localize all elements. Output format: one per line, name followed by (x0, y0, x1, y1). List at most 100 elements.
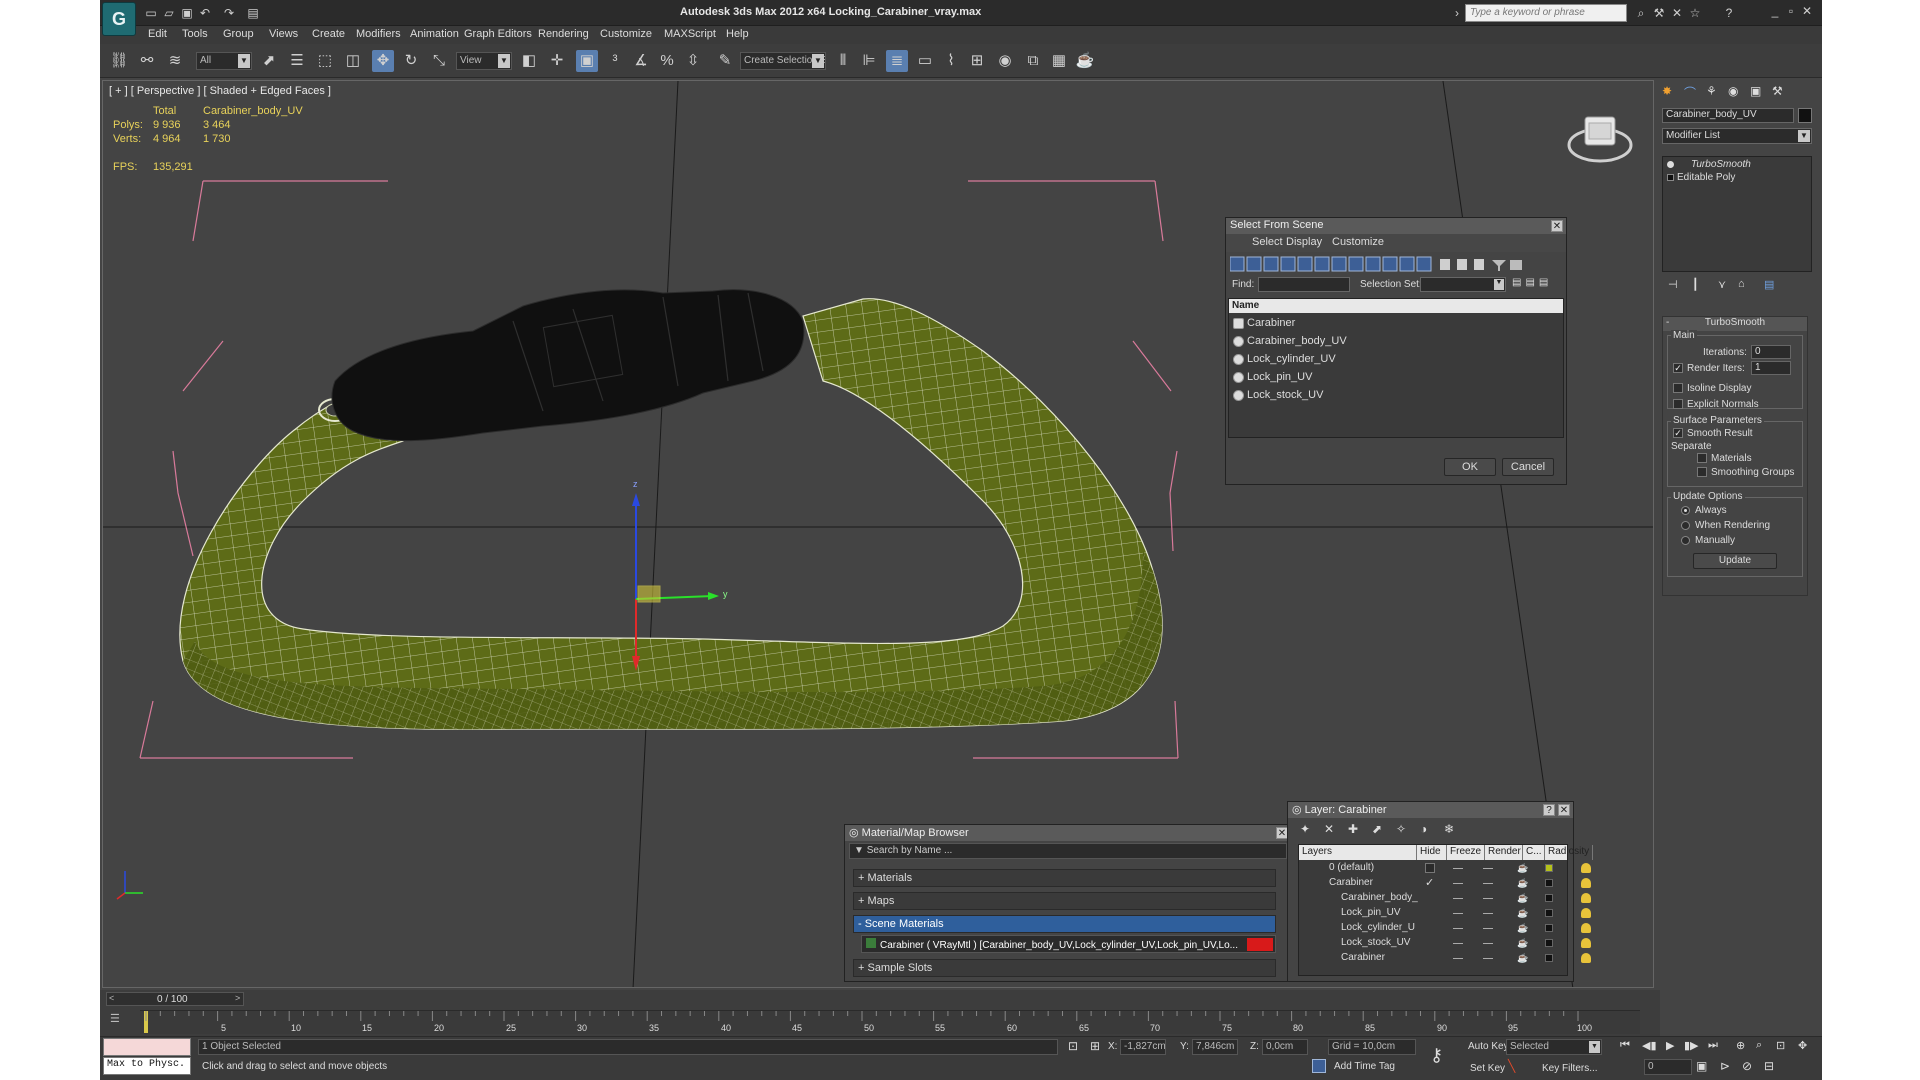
link-icon[interactable]: ⛓ (108, 50, 130, 72)
next-frame-icon[interactable]: ▮▶ (1684, 1039, 1699, 1052)
layer-color-swatch[interactable] (1545, 954, 1553, 962)
object-color-swatch[interactable] (1798, 108, 1812, 123)
find-input[interactable] (1258, 277, 1350, 292)
set-key-button[interactable]: Set Key (1470, 1063, 1505, 1074)
menu-create[interactable]: Create (312, 28, 345, 40)
radiosity-bulb-icon[interactable] (1581, 878, 1591, 888)
app-logo[interactable]: G (102, 2, 136, 36)
search-arrow-icon[interactable]: › (1450, 6, 1464, 20)
time-config-icon[interactable]: ▣ (1696, 1059, 1707, 1073)
selection-region-icon[interactable]: ⬚ (314, 50, 336, 72)
key-filters-button[interactable]: Key Filters... (1542, 1063, 1598, 1074)
select-object-icon[interactable]: ⬈ (258, 50, 280, 72)
configure-sets-icon[interactable]: ▤ (1764, 278, 1774, 291)
update-button[interactable]: Update (1693, 553, 1777, 569)
column-header-name[interactable]: Name (1229, 299, 1563, 313)
display-tab-icon[interactable]: ▣ (1750, 84, 1761, 98)
mirror-icon[interactable]: ⫴ (832, 50, 854, 72)
previous-frame-icon[interactable]: ◀▮ (1642, 1039, 1657, 1052)
menu-help[interactable]: Help (726, 28, 749, 40)
create-tab-icon[interactable]: ✸ (1662, 84, 1672, 98)
keyboard-shortcut-toggle-icon[interactable]: ▣ (576, 50, 598, 72)
field-of-view-icon[interactable]: ⊡ (1776, 1039, 1785, 1052)
render-teapot-icon[interactable]: ☕ (1517, 953, 1529, 963)
motion-tab-icon[interactable]: ◉ (1728, 84, 1738, 98)
cancel-button[interactable]: Cancel (1502, 458, 1554, 476)
x-coordinate-field[interactable]: -1,827cm (1120, 1039, 1166, 1055)
layer-row[interactable]: 0 (default) ☕ (1299, 861, 1591, 876)
hide-all-icon[interactable]: ◑ (1420, 822, 1427, 836)
y-coordinate-field[interactable]: 7,846cm (1192, 1039, 1238, 1055)
undo-icon[interactable]: ↶ (198, 6, 212, 20)
bind-space-warp-icon[interactable]: ≋ (164, 50, 186, 72)
column-color[interactable]: C... (1523, 845, 1545, 860)
orbit-icon[interactable]: ⊳ (1720, 1059, 1730, 1073)
column-render[interactable]: Render (1485, 845, 1523, 860)
sample-slots-group[interactable]: + Sample Slots (853, 959, 1276, 977)
current-frame-field[interactable]: 0 (1644, 1059, 1692, 1075)
render-iters-spinner[interactable]: 1 (1751, 361, 1791, 375)
layer-color-swatch[interactable] (1545, 879, 1553, 887)
absolute-mode-icon[interactable]: ⊞ (1090, 1039, 1100, 1053)
render-teapot-icon[interactable]: ☕ (1517, 908, 1529, 918)
list-item-carabiner[interactable]: Carabiner (1229, 315, 1563, 333)
z-coordinate-field[interactable]: 0,0cm (1262, 1039, 1308, 1055)
render-teapot-icon[interactable]: ☕ (1517, 878, 1529, 888)
angle-snap-icon[interactable]: ∡ (630, 50, 652, 72)
make-unique-icon[interactable]: ⋎ (1718, 278, 1726, 291)
snaps-toggle-icon[interactable]: ³ (604, 50, 626, 72)
selection-set-dropdown[interactable]: ▼ (1420, 277, 1506, 292)
communication-icon[interactable]: ✕ (1670, 6, 1684, 20)
select-by-name-icon[interactable]: ☰ (286, 50, 308, 72)
viewcube[interactable] (1565, 107, 1635, 167)
layer-row[interactable]: Carabiner ☕ (1299, 951, 1591, 966)
rendered-frame-window-icon[interactable]: ▦ (1048, 50, 1070, 72)
schematic-view-icon[interactable]: ⊞ (966, 50, 988, 72)
layer-manager-icon[interactable]: ≣ (886, 50, 908, 72)
scale-icon[interactable]: ⤡ (428, 50, 450, 72)
favorites-icon[interactable]: ☆ (1688, 6, 1702, 20)
close-window-icon[interactable]: ✕ (1800, 4, 1814, 18)
delete-layer-icon[interactable]: ✕ (1324, 822, 1334, 836)
create-layer-icon[interactable]: ✦ (1300, 822, 1310, 836)
radiosity-bulb-icon[interactable] (1581, 953, 1591, 963)
zoom-icon[interactable]: ⌕ (1756, 1039, 1762, 1052)
key-mode-dropdown[interactable]: Selected ▼ (1506, 1039, 1602, 1055)
align-icon[interactable]: ⊫ (858, 50, 880, 72)
graphite-ribbon-icon[interactable]: ▭ (914, 50, 936, 72)
time-slider[interactable]: < 0 / 100 > (106, 992, 244, 1006)
subscription-icon[interactable]: ⚒ (1652, 6, 1666, 20)
menu-customize[interactable]: Customize (600, 28, 652, 40)
menu-display[interactable]: Display (1286, 236, 1322, 248)
maps-group[interactable]: + Maps (853, 892, 1276, 910)
layer-row[interactable]: Carabiner ✓ ☕ (1299, 876, 1591, 891)
filter-toggle-icons[interactable] (1229, 256, 1564, 274)
new-file-icon[interactable]: ▭ (144, 6, 158, 20)
window-crossing-icon[interactable]: ◫ (342, 50, 364, 72)
radiosity-bulb-icon[interactable] (1581, 923, 1591, 933)
edit-named-selection-icon[interactable]: ✎ (714, 50, 736, 72)
help-icon[interactable]: ? (1722, 6, 1736, 20)
list-item-carabiner-body-uv[interactable]: Carabiner_body_UV (1229, 333, 1563, 351)
column-freeze[interactable]: Freeze (1447, 845, 1485, 860)
material-editor-icon[interactable]: ◉ (994, 50, 1016, 72)
render-teapot-icon[interactable]: ☕ (1517, 923, 1529, 933)
add-time-tag[interactable]: Add Time Tag (1334, 1061, 1395, 1072)
radiosity-bulb-icon[interactable] (1581, 908, 1591, 918)
next-frame-icon[interactable]: > (235, 993, 240, 1003)
help-icon[interactable]: ? (1543, 804, 1555, 816)
unlink-icon[interactable]: ⚯ (136, 50, 158, 72)
set-key-filter-icon[interactable]: ╲ (1508, 1059, 1515, 1073)
time-tag-icon[interactable] (1312, 1059, 1326, 1073)
radiosity-bulb-icon[interactable] (1581, 863, 1591, 873)
stack-item-editable-poly[interactable]: Editable Poly (1665, 172, 1809, 185)
materials-checkbox[interactable] (1697, 453, 1707, 463)
trackbar[interactable]: 5 10 15 20 25 30 35 40 45 50 55 60 65 70… (140, 1010, 1640, 1034)
column-layers[interactable]: Layers (1299, 845, 1417, 860)
maximize-icon[interactable]: ▫ (1784, 4, 1798, 18)
current-layer-checkbox[interactable] (1425, 863, 1435, 873)
smoothing-groups-checkbox[interactable] (1697, 467, 1707, 477)
go-to-start-icon[interactable]: ⏮ (1620, 1039, 1630, 1052)
search-input[interactable]: Type a keyword or phrase (1465, 4, 1627, 22)
smooth-result-checkbox[interactable]: ✓ (1673, 428, 1683, 438)
